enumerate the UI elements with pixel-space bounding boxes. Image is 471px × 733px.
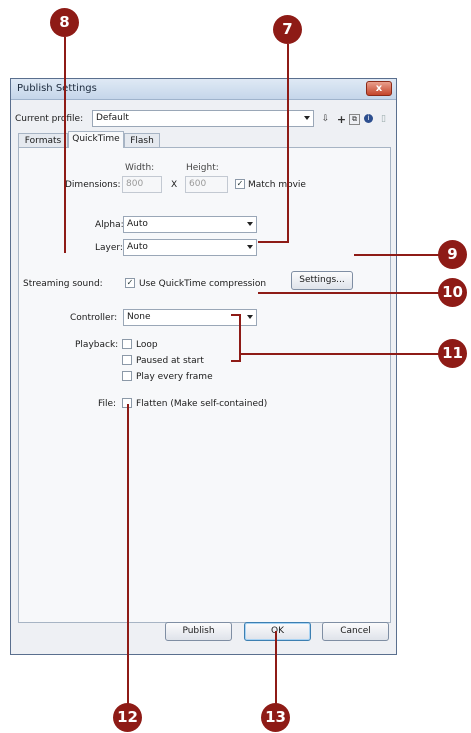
quicktime-compression-label: Use QuickTime compression: [139, 279, 267, 289]
controller-label: Controller:: [70, 313, 118, 323]
flatten-label: Flatten (Make self-contained): [136, 399, 268, 409]
callout-12-line: [127, 404, 129, 704]
dimensions-x-label: X: [171, 180, 178, 190]
add-profile-icon[interactable]: +: [336, 114, 347, 125]
callout-7-line: [287, 44, 289, 243]
title-bar[interactable]: Publish Settings x: [11, 79, 396, 100]
tab-flash[interactable]: Flash: [124, 133, 160, 148]
cancel-button[interactable]: Cancel: [322, 622, 389, 641]
callout-11: 11: [438, 339, 467, 368]
loop-checkbox[interactable]: [122, 339, 132, 349]
layer-select-value: Auto: [127, 242, 148, 252]
publish-settings-dialog: Publish Settings x Current profile: Defa…: [10, 78, 397, 655]
alpha-select-value: Auto: [127, 219, 148, 229]
callout-7: 7: [273, 15, 302, 44]
callout-13: 13: [261, 703, 290, 732]
controller-select-value: None: [127, 312, 151, 322]
paused-at-start-checkbox[interactable]: [122, 355, 132, 365]
window-title: Publish Settings: [17, 83, 97, 94]
chevron-down-icon: [247, 245, 253, 249]
layer-select[interactable]: Auto: [123, 239, 257, 256]
loop-label: Loop: [136, 340, 158, 350]
chevron-down-icon: [247, 222, 253, 226]
close-button[interactable]: x: [366, 81, 392, 96]
profile-select[interactable]: Default: [92, 110, 314, 127]
playback-label: Playback:: [75, 340, 119, 350]
dimensions-label: Dimensions:: [65, 180, 121, 190]
callout-8-line: [64, 37, 66, 253]
callout-10: 10: [438, 278, 467, 307]
publish-button[interactable]: Publish: [165, 622, 232, 641]
quicktime-compression-checkbox[interactable]: ✓: [125, 278, 135, 288]
chevron-down-icon: [247, 315, 253, 319]
controller-select[interactable]: None: [123, 309, 257, 326]
file-label: File:: [98, 399, 117, 409]
paused-at-start-label: Paused at start: [136, 356, 204, 366]
callout-10-line: [258, 292, 440, 294]
callout-11-bracket-bottom: [231, 360, 241, 362]
callout-8: 8: [50, 8, 79, 37]
callout-13-line: [275, 631, 277, 704]
profile-properties-icon[interactable]: i: [364, 114, 373, 123]
match-movie-checkbox[interactable]: ✓: [235, 179, 245, 189]
alpha-label: Alpha:: [95, 220, 124, 230]
delete-profile-icon[interactable]: ▯: [378, 114, 389, 125]
duplicate-profile-icon[interactable]: ⧉: [349, 114, 360, 125]
streaming-sound-label: Streaming sound:: [23, 279, 103, 289]
callout-12: 12: [113, 703, 142, 732]
callout-9: 9: [438, 240, 467, 269]
tab-quicktime[interactable]: QuickTime: [68, 131, 124, 148]
alpha-select[interactable]: Auto: [123, 216, 257, 233]
play-every-frame-label: Play every frame: [136, 372, 213, 382]
play-every-frame-checkbox[interactable]: [122, 371, 132, 381]
callout-9-line: [354, 254, 440, 256]
profile-select-value: Default: [96, 113, 129, 123]
width-input[interactable]: 800: [122, 176, 162, 193]
import-export-icon[interactable]: ⇩: [320, 114, 331, 125]
current-profile-label: Current profile:: [15, 114, 84, 124]
height-input[interactable]: 600: [185, 176, 228, 193]
width-label: Width:: [125, 163, 155, 173]
match-movie-label: Match movie: [248, 180, 306, 190]
tab-formats[interactable]: Formats: [18, 133, 68, 148]
callout-7-line-h: [258, 241, 289, 243]
settings-button[interactable]: Settings...: [291, 271, 353, 290]
height-label: Height:: [186, 163, 219, 173]
chevron-down-icon: [304, 116, 310, 120]
layer-label: Layer:: [95, 243, 123, 253]
callout-11-line: [239, 353, 440, 355]
ok-button[interactable]: OK: [244, 622, 311, 641]
